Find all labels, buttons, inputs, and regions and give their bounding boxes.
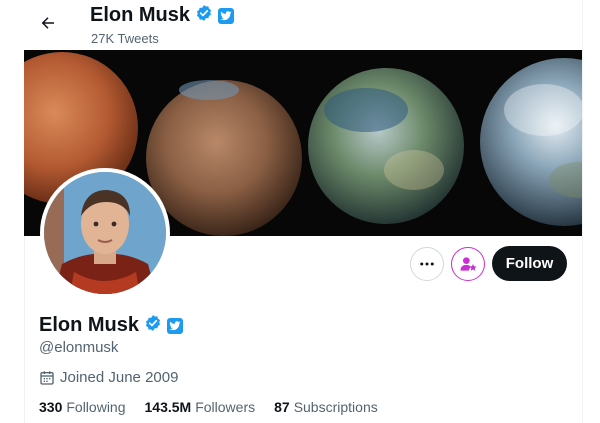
following-count: 330 [39, 399, 63, 415]
joined-text: Joined June 2009 [60, 369, 179, 386]
followers-link[interactable]: 143.5M Followers [145, 399, 256, 415]
header-name: Elon Musk [90, 4, 191, 26]
header-name-row: Elon Musk [90, 4, 235, 27]
verified-badge-icon [144, 314, 162, 337]
followers-count: 143.5M [144, 399, 192, 415]
profile-name: Elon Musk [39, 314, 140, 336]
subscriptions-count: 87 [274, 399, 290, 415]
subscriptions-link[interactable]: 87 Subscriptions [274, 399, 378, 415]
more-button[interactable] [410, 247, 444, 281]
subscribe-star-icon [460, 257, 477, 271]
more-icon [420, 262, 434, 266]
avatar-photo [44, 172, 166, 294]
subscribe-button[interactable] [451, 247, 485, 281]
header-tweet-count: 27K Tweets [91, 31, 159, 46]
back-button[interactable] [31, 6, 65, 40]
calendar-icon [40, 370, 54, 385]
verified-badge-icon [195, 4, 213, 27]
profile-header: Elon Musk 27K Tweets [24, 0, 582, 50]
profile-name-row: Elon Musk [39, 314, 184, 337]
profile-handle: @elonmusk [39, 339, 119, 356]
avatar[interactable] [40, 168, 170, 298]
follow-button[interactable]: Follow [492, 246, 567, 281]
twitter-logo-icon [167, 317, 184, 334]
subscriptions-label: Subscriptions [293, 399, 378, 415]
joined-date: Joined June 2009 [39, 369, 178, 386]
following-label: Following [66, 399, 126, 415]
following-link[interactable]: 330 Following [39, 399, 126, 415]
profile-stats: 330 Following 143.5M Followers 87 Subscr… [39, 399, 397, 415]
twitter-logo-icon [218, 7, 235, 24]
back-arrow-icon [41, 17, 54, 29]
followers-label: Followers [195, 399, 256, 415]
right-border [582, 0, 583, 423]
